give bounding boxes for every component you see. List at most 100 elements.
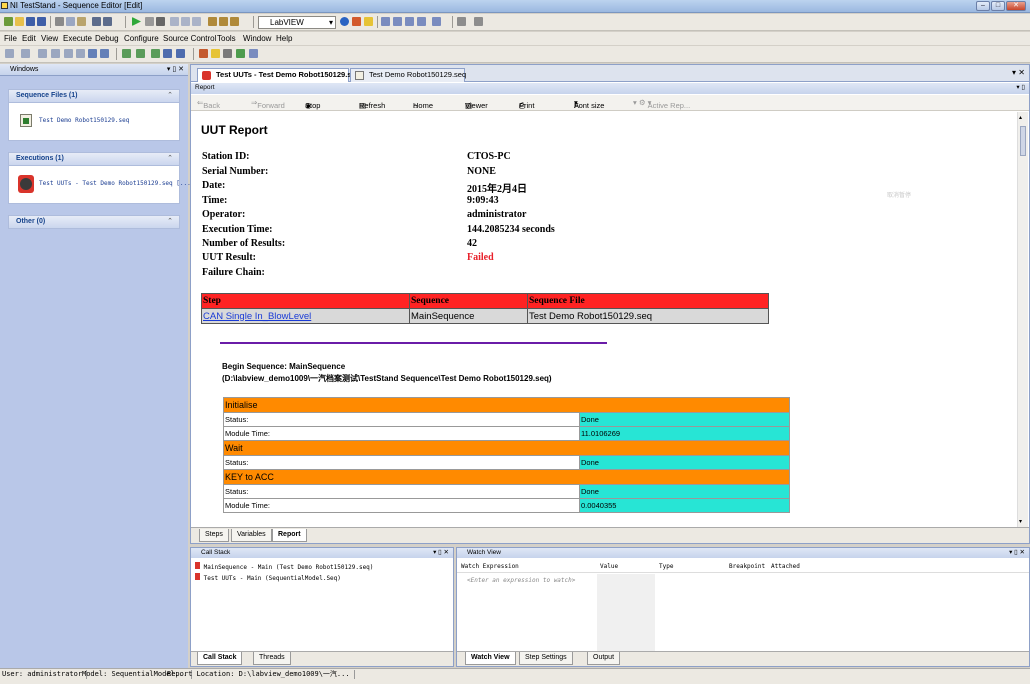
tab-step-settings[interactable]: Step Settings (519, 652, 573, 665)
tab-execution[interactable]: Test UUTs - Test Demo Robot150129.s... (197, 68, 358, 82)
properties-icon[interactable] (151, 49, 160, 58)
forward-button[interactable]: ⇒ Forward (251, 98, 285, 110)
stop-icon[interactable] (156, 17, 165, 26)
save-icon[interactable] (26, 17, 35, 26)
menu-edit[interactable]: Edit (22, 34, 36, 43)
pane-pin-icon[interactable]: ▾ ▯ (1016, 83, 1025, 93)
watch-col-value[interactable]: Value (600, 563, 618, 570)
tab-steps[interactable]: Steps (199, 529, 229, 542)
align-center-icon[interactable] (219, 17, 228, 26)
tab-output[interactable]: Output (587, 652, 621, 665)
pin-icon[interactable] (223, 49, 232, 58)
indent-icon[interactable] (64, 49, 73, 58)
tab-report[interactable]: Report (272, 529, 307, 542)
copy-icon[interactable] (66, 17, 75, 26)
pane-pin-icon[interactable]: ▾ ▯ ✕ (433, 548, 449, 558)
back-button[interactable]: ⇐ Back (197, 98, 220, 110)
font-size-button[interactable]: A Font size ▾ (574, 98, 604, 110)
sequence-file-item[interactable]: Test Demo Robot150129.seq (39, 117, 129, 124)
pane-pin-icon[interactable]: ▾ ▯ ✕ (167, 64, 184, 75)
scroll-down-icon[interactable]: ▾ (1019, 518, 1022, 525)
grid-icon[interactable] (176, 49, 185, 58)
collapse-icon[interactable]: ⌃ (167, 90, 173, 102)
scroll-up-icon[interactable]: ▴ (1019, 114, 1022, 121)
failure-step-link[interactable]: CAN Single In_BlowLevel (203, 311, 311, 322)
watch-expression-input[interactable]: <Enter an expression to watch> (467, 577, 575, 584)
magnifier-icon[interactable] (249, 49, 258, 58)
menu-view[interactable]: View (41, 34, 58, 43)
active-report-button[interactable]: ▾ ⚙ Active Rep... ▾ (633, 98, 690, 110)
insert-loop-icon[interactable] (21, 49, 30, 58)
align-right-icon[interactable] (230, 17, 239, 26)
close-button[interactable]: ✕ (1006, 1, 1026, 11)
puzzle-icon[interactable] (236, 49, 245, 58)
watch-col-breakpoint[interactable]: Breakpoint (729, 563, 765, 570)
find-icon[interactable] (381, 17, 390, 26)
menu-file[interactable]: File (4, 34, 17, 43)
pause-icon[interactable] (145, 17, 154, 26)
step-type-icon[interactable] (136, 49, 145, 58)
refresh-icon[interactable] (100, 49, 109, 58)
group-other[interactable]: Other (0) ⌃ (8, 215, 180, 229)
minimize-button[interactable]: – (976, 1, 990, 11)
call-stack-item[interactable]: Test UUTs - Main (SequentialModel.Seq) (195, 573, 341, 582)
scrollbar-thumb[interactable] (1020, 126, 1026, 156)
menu-tools[interactable]: Tools (217, 34, 236, 43)
report-icon[interactable] (432, 17, 441, 26)
maximize-button[interactable]: □ (991, 1, 1005, 11)
watch-col-attached[interactable]: Attached (771, 563, 800, 570)
globe-icon[interactable] (340, 17, 349, 26)
tab-sequence-file[interactable]: Test Demo Robot150129.seq (350, 68, 466, 82)
star-icon[interactable] (211, 49, 220, 58)
menu-help[interactable]: Help (276, 34, 292, 43)
pane-pin-icon[interactable]: ▾ ▯ ✕ (1009, 548, 1025, 558)
search-icon[interactable] (417, 17, 426, 26)
watch-col-type[interactable]: Type (659, 563, 673, 570)
outdent-icon[interactable] (76, 49, 85, 58)
menu-debug[interactable]: Debug (95, 34, 119, 43)
menu-source-control[interactable]: Source Control (163, 34, 216, 43)
collapse-icon[interactable]: ⌃ (167, 216, 173, 228)
diff-icon[interactable] (405, 17, 414, 26)
save-all-icon[interactable] (37, 17, 46, 26)
step-out-icon[interactable] (192, 17, 201, 26)
menu-window[interactable]: Window (243, 34, 271, 43)
window-icon[interactable] (474, 17, 483, 26)
undo-icon[interactable] (92, 17, 101, 26)
insert-step-icon[interactable] (5, 49, 14, 58)
adapter-select[interactable]: LabVIEW ▾ (258, 16, 336, 29)
menu-execute[interactable]: Execute (63, 34, 92, 43)
tab-variables[interactable]: Variables (231, 529, 272, 542)
ungroup-icon[interactable] (51, 49, 60, 58)
tab-watch-view[interactable]: Watch View (465, 652, 516, 665)
run-icon[interactable] (132, 17, 141, 26)
group-sequence-files[interactable]: Sequence Files (1) ⌃ (8, 89, 180, 103)
diamond-icon[interactable] (199, 49, 208, 58)
failure-step-cell[interactable]: CAN Single In_BlowLevel (201, 308, 410, 324)
step-into-icon[interactable] (170, 17, 179, 26)
open-icon[interactable] (15, 17, 24, 26)
breakpoint-icon[interactable] (122, 49, 131, 58)
group-executions[interactable]: Executions (1) ⌃ (8, 152, 180, 166)
tab-call-stack[interactable]: Call Stack (197, 652, 243, 665)
redo-icon[interactable] (103, 17, 112, 26)
tree-icon[interactable] (352, 17, 361, 26)
step-over-icon[interactable] (181, 17, 190, 26)
check-icon[interactable] (88, 49, 97, 58)
collapse-icon[interactable]: ⌃ (167, 153, 173, 165)
align-left-icon[interactable] (208, 17, 217, 26)
report-scrollbar[interactable]: ▴ ▾ (1017, 112, 1028, 527)
zoom-icon[interactable] (393, 17, 402, 26)
cut-icon[interactable] (55, 17, 64, 26)
call-stack-item[interactable]: MainSequence - Main (Test Demo Robot1501… (195, 562, 373, 571)
menu-configure[interactable]: Configure (124, 34, 159, 43)
close-tab-icon[interactable]: ▾ ✕ (1012, 68, 1025, 77)
layout-icon[interactable] (457, 17, 466, 26)
paste-icon[interactable] (77, 17, 86, 26)
group-icon[interactable] (38, 49, 47, 58)
watch-col-expression[interactable]: Watch Expression (461, 563, 519, 570)
execution-item[interactable]: Test UUTs - Test Demo Robot150129.seq [.… (39, 180, 191, 187)
user-icon[interactable] (364, 17, 373, 26)
new-icon[interactable] (4, 17, 13, 26)
tab-threads[interactable]: Threads (253, 652, 291, 665)
